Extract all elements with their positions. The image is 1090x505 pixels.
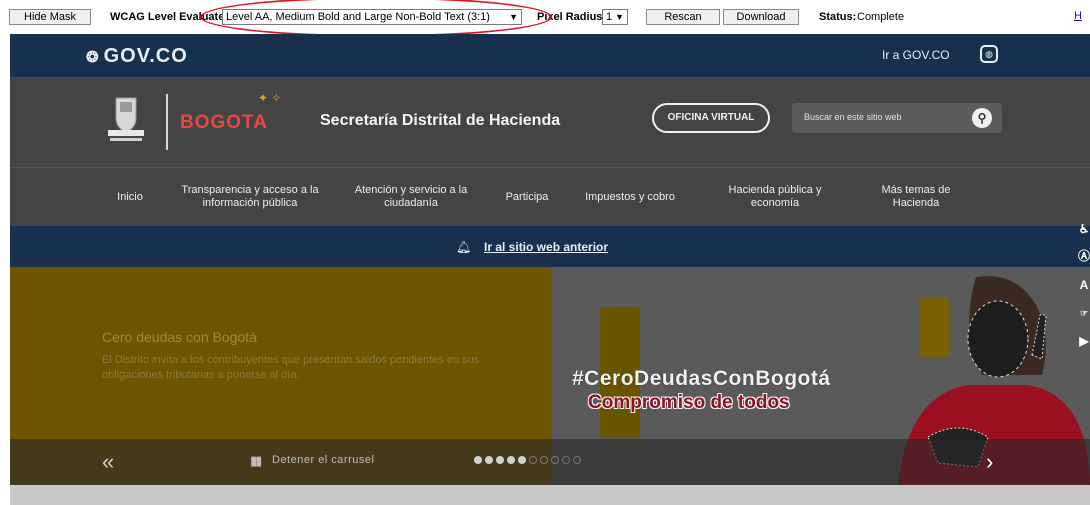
old-site-bar: 🔔︎ Ir al sitio web anterior (10, 225, 1090, 268)
wcag-toolbar: Hide Mask WCAG Level Evaluated: Level AA… (0, 0, 1090, 37)
hero-carousel: Cero deudas con Bogotá El Distrito invit… (10, 267, 1090, 485)
carousel-title[interactable]: Cero deudas con Bogotá (102, 329, 257, 345)
carousel-controls: « ▮▮ Detener el carrusel › (10, 439, 1090, 485)
pixel-radius-label: Pixel Radius: (537, 11, 607, 23)
carousel-dot[interactable] (507, 456, 515, 464)
wcag-level-label: WCAG Level Evaluated: (110, 11, 235, 23)
wcag-level-value: Level AA, Medium Bold and Large Non-Bold… (226, 11, 490, 23)
site-viewport: ❂ GOV.CO Ir a GOV.CO ◍ BOGOTA ✦ ✧ Secreta… (10, 34, 1090, 505)
coat-of-arms-icon[interactable] (104, 94, 148, 146)
site-title: Secretaría Distrital de Hacienda (320, 112, 561, 129)
chevron-left-icon[interactable]: « (102, 449, 114, 475)
status-value: Complete (857, 11, 905, 23)
nav-item-hacienda-publica[interactable]: Hacienda pública y economía (710, 168, 840, 226)
nav-item-atencion[interactable]: Atención y servicio a la ciudadanía (340, 168, 482, 226)
carousel-description: El Distrito invita a los contribuyentes … (102, 354, 480, 381)
shield-icon: ❂ (86, 49, 100, 66)
search-icon[interactable]: ⚲ (972, 108, 992, 128)
bogota-logo[interactable]: BOGOTA (180, 112, 268, 134)
contrast-icon[interactable]: Ⓐ (1074, 247, 1090, 265)
campaign-tagline: Compromiso de todos (588, 392, 790, 413)
carousel-dot[interactable] (551, 456, 559, 464)
pixel-radius-value: 1 (606, 11, 613, 23)
pixel-radius-select[interactable]: 1 ▼ (602, 9, 628, 25)
header-divider (166, 94, 168, 150)
nav-item-participa[interactable]: Participa (492, 168, 562, 226)
oficina-virtual-button[interactable]: OFICINA VIRTUAL (652, 103, 770, 133)
sign-language-icon[interactable]: ☞ (1074, 304, 1090, 322)
carousel-indicators (474, 456, 581, 464)
nav-item-mas-temas[interactable]: Más temas de Hacienda (860, 168, 972, 226)
audio-icon[interactable]: ▶ (1074, 332, 1090, 350)
chevron-down-icon: ▼ (509, 12, 518, 22)
carousel-dot[interactable] (540, 456, 548, 464)
gov-link[interactable]: Ir a GOV.CO (882, 48, 950, 62)
carousel-dot[interactable] (485, 456, 493, 464)
accessibility-icon[interactable]: ♿︎ (1074, 220, 1090, 238)
gov-logo[interactable]: ❂ GOV.CO (86, 45, 188, 68)
nav-item-inicio[interactable]: Inicio (100, 168, 160, 226)
search-input[interactable]: Buscar en este sitio web (804, 112, 902, 122)
carousel-dot[interactable] (474, 456, 482, 464)
carousel-dot[interactable] (518, 456, 526, 464)
old-site-link[interactable]: Ir al sitio web anterior (484, 240, 608, 254)
chevron-right-icon[interactable]: › (986, 449, 993, 475)
site-header: BOGOTA ✦ ✧ Secretaría Distrital de Hacie… (10, 77, 1090, 167)
search-box[interactable]: Buscar en este sitio web ⚲ (792, 103, 1002, 133)
nav-item-impuestos[interactable]: Impuestos y cobro (568, 168, 692, 226)
edge-link[interactable]: H (1074, 10, 1082, 22)
page-bottom-strip (10, 485, 1090, 505)
chevron-down-icon: ▼ (615, 12, 624, 22)
gov-bar: ❂ GOV.CO Ir a GOV.CO ◍ (10, 34, 1090, 77)
main-nav: Inicio Transparencia y acceso a la infor… (10, 167, 1090, 226)
carousel-dot[interactable] (562, 456, 570, 464)
carousel-dot[interactable] (496, 456, 504, 464)
pause-carousel-button[interactable]: Detener el carrusel (272, 454, 374, 466)
campaign-hashtag: #CeroDeudasConBogotá (572, 367, 831, 390)
bell-icon: 🔔︎ (456, 240, 472, 254)
gov-logo-text: GOV.CO (103, 45, 188, 67)
carousel-dot[interactable] (529, 456, 537, 464)
hide-mask-button[interactable]: Hide Mask (9, 9, 91, 25)
nav-item-transparencia[interactable]: Transparencia y acceso a la información … (170, 168, 330, 226)
download-button[interactable]: Download (723, 9, 799, 25)
text-size-icon[interactable]: A (1074, 276, 1090, 294)
carousel-dot[interactable] (573, 456, 581, 464)
status-label: Status: (819, 11, 857, 23)
star-icon: ✦ ✧ (258, 91, 282, 105)
pause-icon[interactable]: ▮▮ (250, 453, 262, 469)
wcag-level-select[interactable]: Level AA, Medium Bold and Large Non-Bold… (222, 9, 522, 25)
sign-language-icon[interactable]: ◍ (980, 45, 998, 63)
rescan-button[interactable]: Rescan (646, 9, 720, 25)
